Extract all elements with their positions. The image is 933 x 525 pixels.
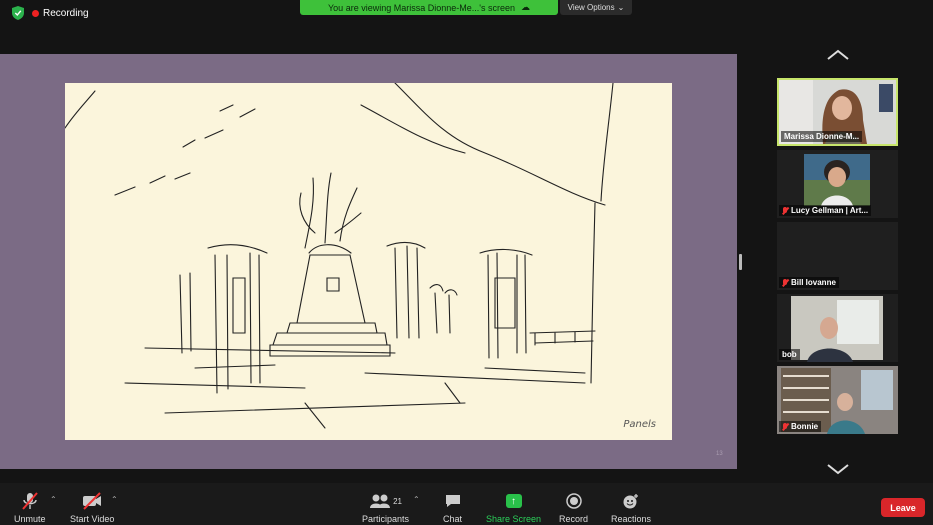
cloud-icon[interactable]: ☁ [521,2,530,13]
video-options-caret-icon[interactable]: ⌃ [111,495,118,504]
record-label: Record [559,514,589,524]
participant-name: bob [779,349,800,360]
participants-caret-icon[interactable]: ⌃ [413,495,420,504]
record-icon [565,491,582,511]
view-options-button[interactable]: View Options ⌄ [560,0,632,15]
zoom-meeting-window: Recording You are viewing Marissa Dionne… [0,0,933,525]
participants-label: Participants [362,514,410,524]
participant-name: Bill Iovanne [779,277,839,288]
share-screen-button[interactable]: ↑ Share Screen [486,491,541,524]
muted-microphone-icon [21,491,39,511]
record-button[interactable]: Record [559,491,588,524]
video-off-icon [81,491,103,511]
share-screen-icon: ↑ [505,494,522,508]
view-options-label: View Options [567,3,615,12]
participant-tile[interactable]: Lucy Gellman | Art... [777,150,898,218]
muted-mic-icon [782,278,788,287]
muted-mic-icon [782,206,788,215]
share-screen-label: Share Screen [486,514,542,524]
gallery-down-chevron-icon[interactable] [826,462,850,476]
reactions-smiley-icon [622,491,640,511]
recording-dot-icon [32,9,39,17]
participant-tile[interactable]: Bonnie [777,366,898,434]
reactions-button[interactable]: Reactions [611,491,651,524]
chat-button[interactable]: Chat [443,491,462,524]
chevron-down-icon: ⌄ [617,3,625,12]
start-video-button[interactable]: Start Video [70,491,114,524]
chat-label: Chat [443,514,463,524]
start-video-label: Start Video [70,514,115,524]
participant-tile[interactable]: bob [777,294,898,362]
participant-name: Lucy Gellman | Art... [779,205,872,216]
unmute-button[interactable]: Unmute [14,491,46,524]
pen-sketch-image [65,83,614,429]
muted-mic-icon [782,422,788,431]
participant-name: Bonnie [779,421,822,432]
slide-sketch: Panels [65,83,672,440]
participants-icon: 21 [369,491,402,511]
audio-options-caret-icon[interactable]: ⌃ [50,495,57,504]
reactions-label: Reactions [611,514,652,524]
chat-bubble-icon [444,491,462,511]
slide-page-number: 13 [716,451,723,457]
split-view-handle[interactable] [739,254,742,270]
encryption-shield-icon[interactable] [12,6,24,20]
participant-tile[interactable]: Marissa Dionne-M... [777,78,898,146]
participant-name: Marissa Dionne-M... [781,131,863,142]
participants-button[interactable]: 21 Participants [362,491,409,524]
participants-count: 21 [393,496,402,506]
unmute-label: Unmute [14,514,46,524]
recording-indicator[interactable]: Recording [32,8,89,19]
meeting-status: Recording [12,6,89,20]
gallery-up-chevron-icon[interactable] [826,48,850,62]
participant-tile[interactable]: Bill Iovanne [777,222,898,290]
leave-button[interactable]: Leave [881,498,925,517]
recording-label: Recording [43,7,89,19]
slide-caption: Panels [623,419,656,430]
viewing-screen-banner: You are viewing Marissa Dionne-Me...'s s… [300,0,558,15]
meeting-toolbar [0,483,933,525]
banner-text: You are viewing Marissa Dionne-Me...'s s… [328,2,515,13]
